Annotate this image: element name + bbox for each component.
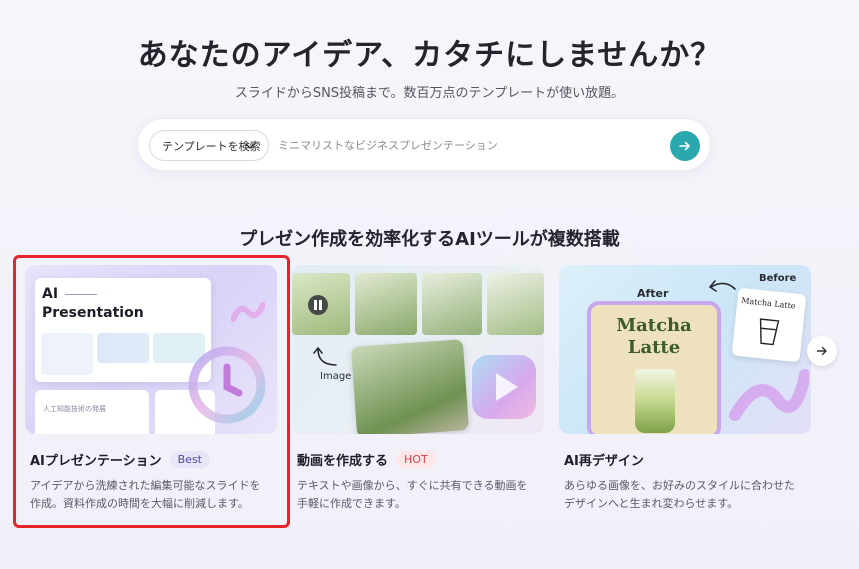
pause-icon[interactable] [308,295,328,315]
card-title: AIプレゼンテーション [30,454,162,469]
arrow-right-icon [679,141,690,151]
hot-badge: HOT [396,451,436,468]
before-sketch-text: Matcha Latte [740,296,796,311]
before-label: Before [759,273,797,284]
curved-arrow-icon [313,346,337,366]
card-title: AI再デザイン [564,454,644,469]
carousel-next-button[interactable] [807,336,837,366]
twist-shape-icon [729,369,809,421]
thumb-slide-secondary: 人工知能技術の発展 [35,390,149,434]
card-title: 動画を作成する [297,454,389,469]
card-ai-presentation[interactable]: AI Presentation 人工知能技術の発展 AIプレゼンテーション Be… [25,265,277,513]
image-photo [350,339,470,434]
hero-title: あなたのアイデア、カタチにしませんか？ [137,38,722,73]
hero-subtitle: スライドからSNS投稿まで。数百万点のテンプレートが使い放題。 [234,86,625,101]
card-thumbnail: AI Presentation 人工知能技術の発展 [25,265,277,434]
thumb-divider [65,294,97,295]
after-poster: Matcha Latte [587,301,721,434]
card-ai-redesign[interactable]: After Before Matcha Latte Matcha Latte A… [559,265,811,513]
filmstrip-frame [355,273,417,335]
after-label: After [637,287,669,300]
arrow-right-icon [816,346,827,356]
twist-shape-icon [231,302,265,322]
section-title: プレゼン作成を効率化するAIツールが複数搭載 [239,229,620,250]
thumb-heading-2: Presentation [42,305,144,321]
thumb-mini-card [41,333,93,375]
best-badge: Best [169,451,210,468]
card-description: アイデアから洗練された編集可能なスライドを作成。資料作成の時間を大幅に削減します… [30,479,261,510]
poster-text-line2: Latte [627,337,681,358]
play-icon [472,355,536,419]
poster-text-line1: Matcha [616,315,692,336]
card-thumbnail: After Before Matcha Latte Matcha Latte [559,265,811,434]
chevron-down-icon [245,143,255,149]
template-search-select[interactable]: テンプレートを検索 [149,130,269,161]
card-thumbnail: Image [292,265,544,434]
thumb-mini-card [97,333,149,363]
card-description: あらゆる画像を、お好みのスタイルに合わせたデザインへと生まれ変わらせます。 [564,479,795,510]
clock-3d-icon [188,346,266,424]
filmstrip-frame [487,273,544,335]
thumb-heading-1: AI [42,286,59,302]
filmstrip-frame [422,273,482,335]
search-submit-button[interactable] [670,131,700,161]
thumb-mini-text: 人工知能技術の発展 [43,405,106,413]
cup-sketch-icon [759,318,780,346]
image-label: Image [320,371,352,382]
search-input[interactable] [278,134,658,156]
card-create-video[interactable]: Image 動画を作成する HOT テキストや画像から、すぐに共有できる動画を手… [292,265,544,513]
card-description: テキストや画像から、すぐに共有できる動画を手軽に作成できます。 [297,479,528,510]
before-sketch: Matcha Latte [731,287,807,363]
matcha-glass [635,369,675,433]
search-bar: テンプレートを検索 [137,118,711,171]
curved-arrow-icon [708,280,736,292]
